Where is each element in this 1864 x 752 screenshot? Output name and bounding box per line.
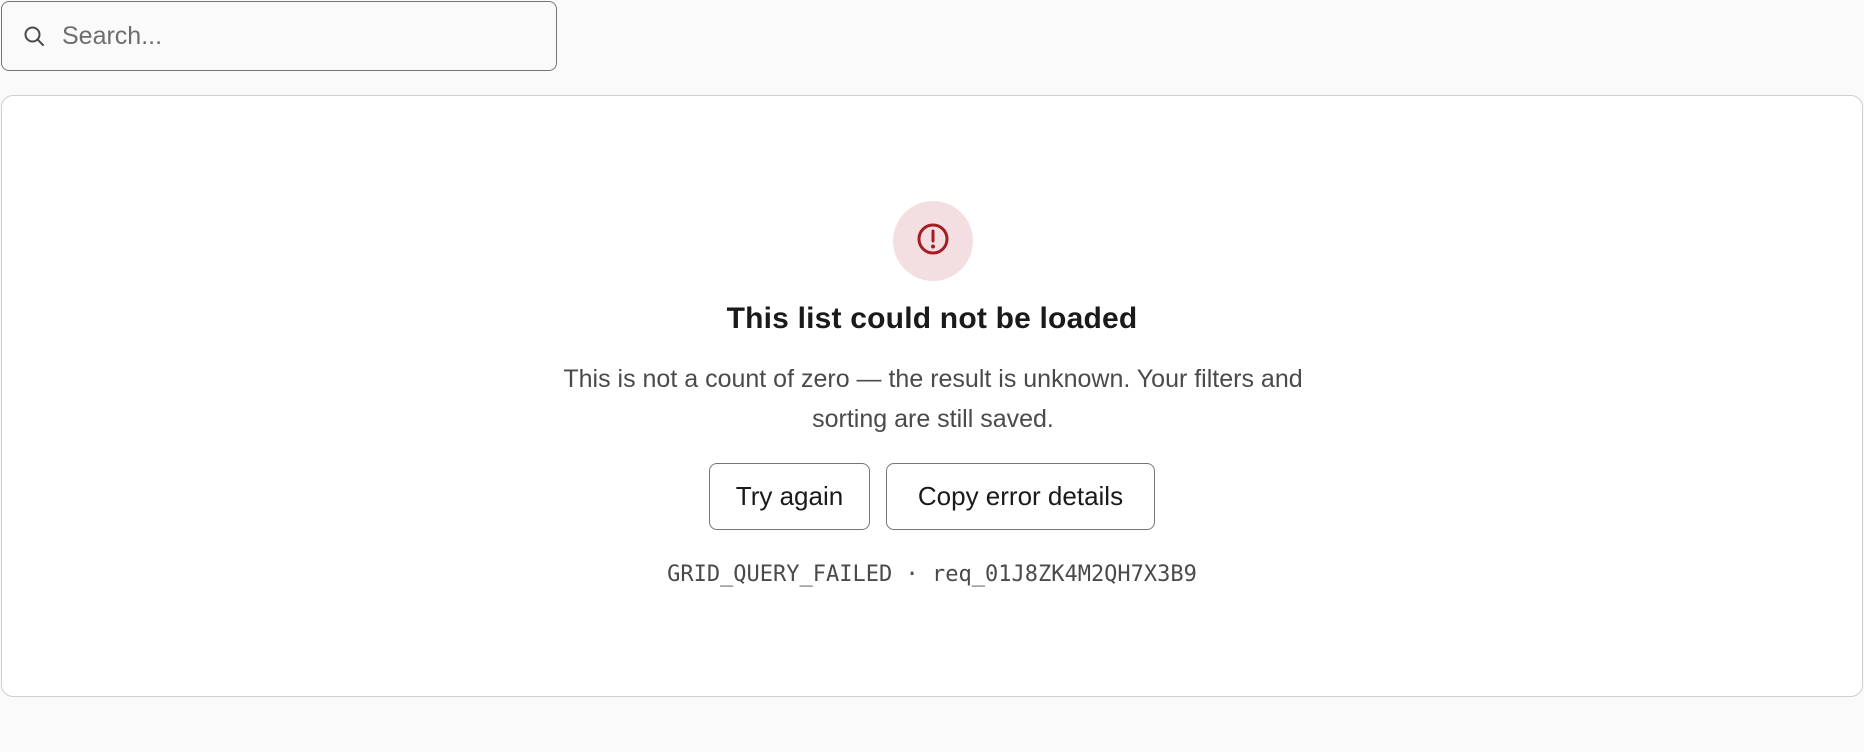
error-reference: GRID_QUERY_FAILED · req_01J8ZK4M2QH7X3B9 xyxy=(2,562,1862,587)
alert-circle-icon xyxy=(916,222,950,261)
request-id: req_01J8ZK4M2QH7X3B9 xyxy=(932,562,1197,587)
alert-icon-badge xyxy=(893,201,973,281)
error-title: This list could not be loaded xyxy=(726,302,1138,335)
error-code: GRID_QUERY_FAILED xyxy=(667,562,893,587)
try-again-button[interactable]: Try again xyxy=(709,463,870,530)
error-panel: This list could not be loaded This is no… xyxy=(1,95,1863,697)
search-box[interactable] xyxy=(1,1,557,71)
search-icon xyxy=(21,23,47,49)
error-message: This is not a count of zero — the result… xyxy=(563,365,1303,433)
error-separator: · xyxy=(905,562,919,587)
error-actions: Try again Copy error details xyxy=(2,463,1862,530)
copy-error-details-button[interactable]: Copy error details xyxy=(886,463,1155,530)
search-input[interactable] xyxy=(62,16,522,56)
